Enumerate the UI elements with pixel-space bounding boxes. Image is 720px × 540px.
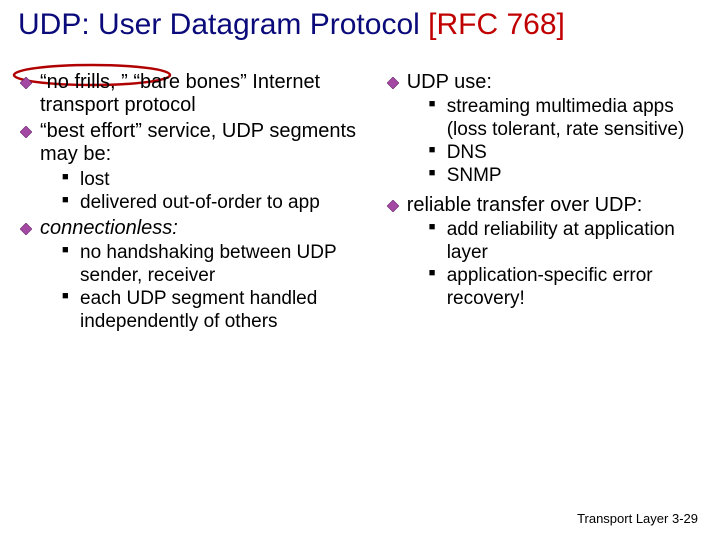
list-item: reliable transfer over UDP: add reliabil… (385, 194, 702, 310)
sub-item: streaming multimedia apps (loss tolerant… (429, 96, 702, 141)
content-columns: “no frills, ” “bare bones” Internet tran… (18, 71, 702, 335)
title-rfc: [RFC 768] (428, 8, 565, 41)
bullet-list-right: UDP use: streaming multimedia apps (loss… (385, 71, 702, 310)
bullet-text: connectionless: (40, 217, 178, 239)
sub-item: add reliability at application layer (429, 219, 702, 264)
sub-item: DNS (429, 142, 702, 164)
left-column: “no frills, ” “bare bones” Internet tran… (18, 71, 369, 335)
bullet-list-left: “no frills, ” “bare bones” Internet tran… (18, 71, 369, 333)
slide-title: UDP: User Datagram Protocol [RFC 768] (18, 8, 702, 43)
bullet-text: UDP use: (407, 71, 492, 93)
list-item: connectionless: no handshaking between U… (18, 217, 369, 333)
list-item: “no frills, ” “bare bones” Internet tran… (18, 71, 369, 118)
sub-item: delivered out-of-order to app (62, 192, 369, 214)
sublist: lost delivered out-of-order to app (40, 169, 369, 215)
sub-item: application-specific error recovery! (429, 265, 702, 310)
diamond-bullet-icon (20, 126, 32, 138)
list-item: UDP use: streaming multimedia apps (loss… (385, 71, 702, 188)
sub-item: no handshaking between UDP sender, recei… (62, 242, 369, 287)
sub-item: lost (62, 169, 369, 191)
sublist: no handshaking between UDP sender, recei… (40, 242, 369, 333)
diamond-bullet-icon (20, 223, 32, 235)
sublist: add reliability at application layer app… (407, 219, 702, 310)
bullet-text: “best effort” service, UDP segments may … (40, 120, 356, 166)
list-item: “best effort” service, UDP segments may … (18, 120, 369, 215)
right-column: UDP use: streaming multimedia apps (loss… (385, 71, 702, 335)
footer-label: Transport Layer (577, 511, 668, 526)
bullet-text: “no frills, ” “bare bones” Internet tran… (40, 71, 320, 117)
diamond-bullet-icon (20, 77, 32, 89)
page-number: 3-29 (672, 511, 698, 526)
diamond-bullet-icon (387, 77, 399, 89)
slide: UDP: User Datagram Protocol [RFC 768] “n… (0, 0, 720, 540)
sub-item: each UDP segment handled independently o… (62, 288, 369, 333)
footer: Transport Layer 3-29 (577, 511, 698, 526)
bullet-text: reliable transfer over UDP: (407, 194, 643, 216)
sublist: streaming multimedia apps (loss tolerant… (407, 96, 702, 188)
sub-item: SNMP (429, 165, 702, 187)
title-main: UDP: User Datagram Protocol (18, 8, 428, 41)
diamond-bullet-icon (387, 200, 399, 212)
